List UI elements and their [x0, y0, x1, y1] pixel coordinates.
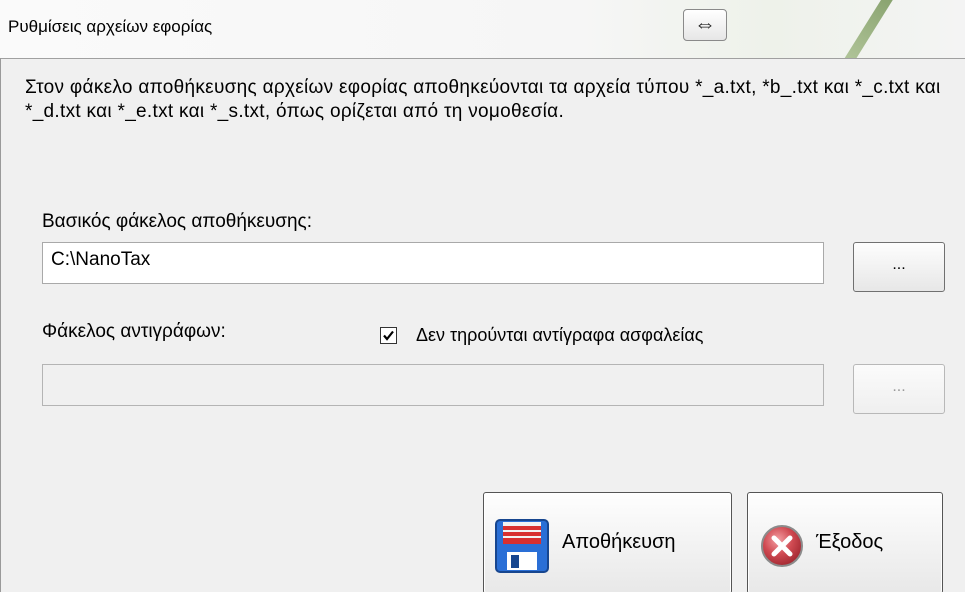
double-arrow-icon: ⇔: [694, 11, 716, 36]
base-folder-label: Βασικός φάκελος αποθήκευσης:: [42, 211, 312, 232]
base-folder-input[interactable]: C:\NanoTax: [42, 242, 824, 284]
backup-folder-browse-button[interactable]: ...: [853, 364, 945, 414]
window-title: Ρυθμίσεις αρχείων εφορίας: [8, 17, 213, 36]
close-icon: [761, 525, 803, 567]
base-folder-browse-button[interactable]: ...: [853, 242, 945, 292]
exit-button[interactable]: Έξοδος: [747, 492, 943, 592]
floppy-disk-icon: [495, 519, 549, 573]
save-button[interactable]: Αποθήκευση: [483, 492, 732, 592]
resize-button[interactable]: ⇔: [683, 9, 727, 41]
settings-window: Ρυθμίσεις αρχείων εφορίας ⇔ Στον φάκελο …: [0, 0, 965, 592]
backup-folder-label: Φάκελος αντιγράφων:: [42, 321, 226, 342]
title-decoration: [836, 0, 894, 58]
title-bar: Ρυθμίσεις αρχείων εφορίας ⇔: [0, 0, 965, 59]
info-description: Στον φάκελο αποθήκευσης αρχείων εφορίας …: [25, 77, 941, 122]
checkmark-icon: [383, 330, 394, 341]
exit-button-label: Έξοδος: [816, 531, 884, 553]
window-left-border: [0, 58, 1, 592]
no-backup-checkbox[interactable]: [380, 327, 397, 344]
backup-folder-input[interactable]: [42, 364, 824, 406]
no-backup-checkbox-label: Δεν τηρούνται αντίγραφα ασφαλείας: [416, 325, 704, 345]
save-button-label: Αποθήκευση: [562, 531, 676, 553]
